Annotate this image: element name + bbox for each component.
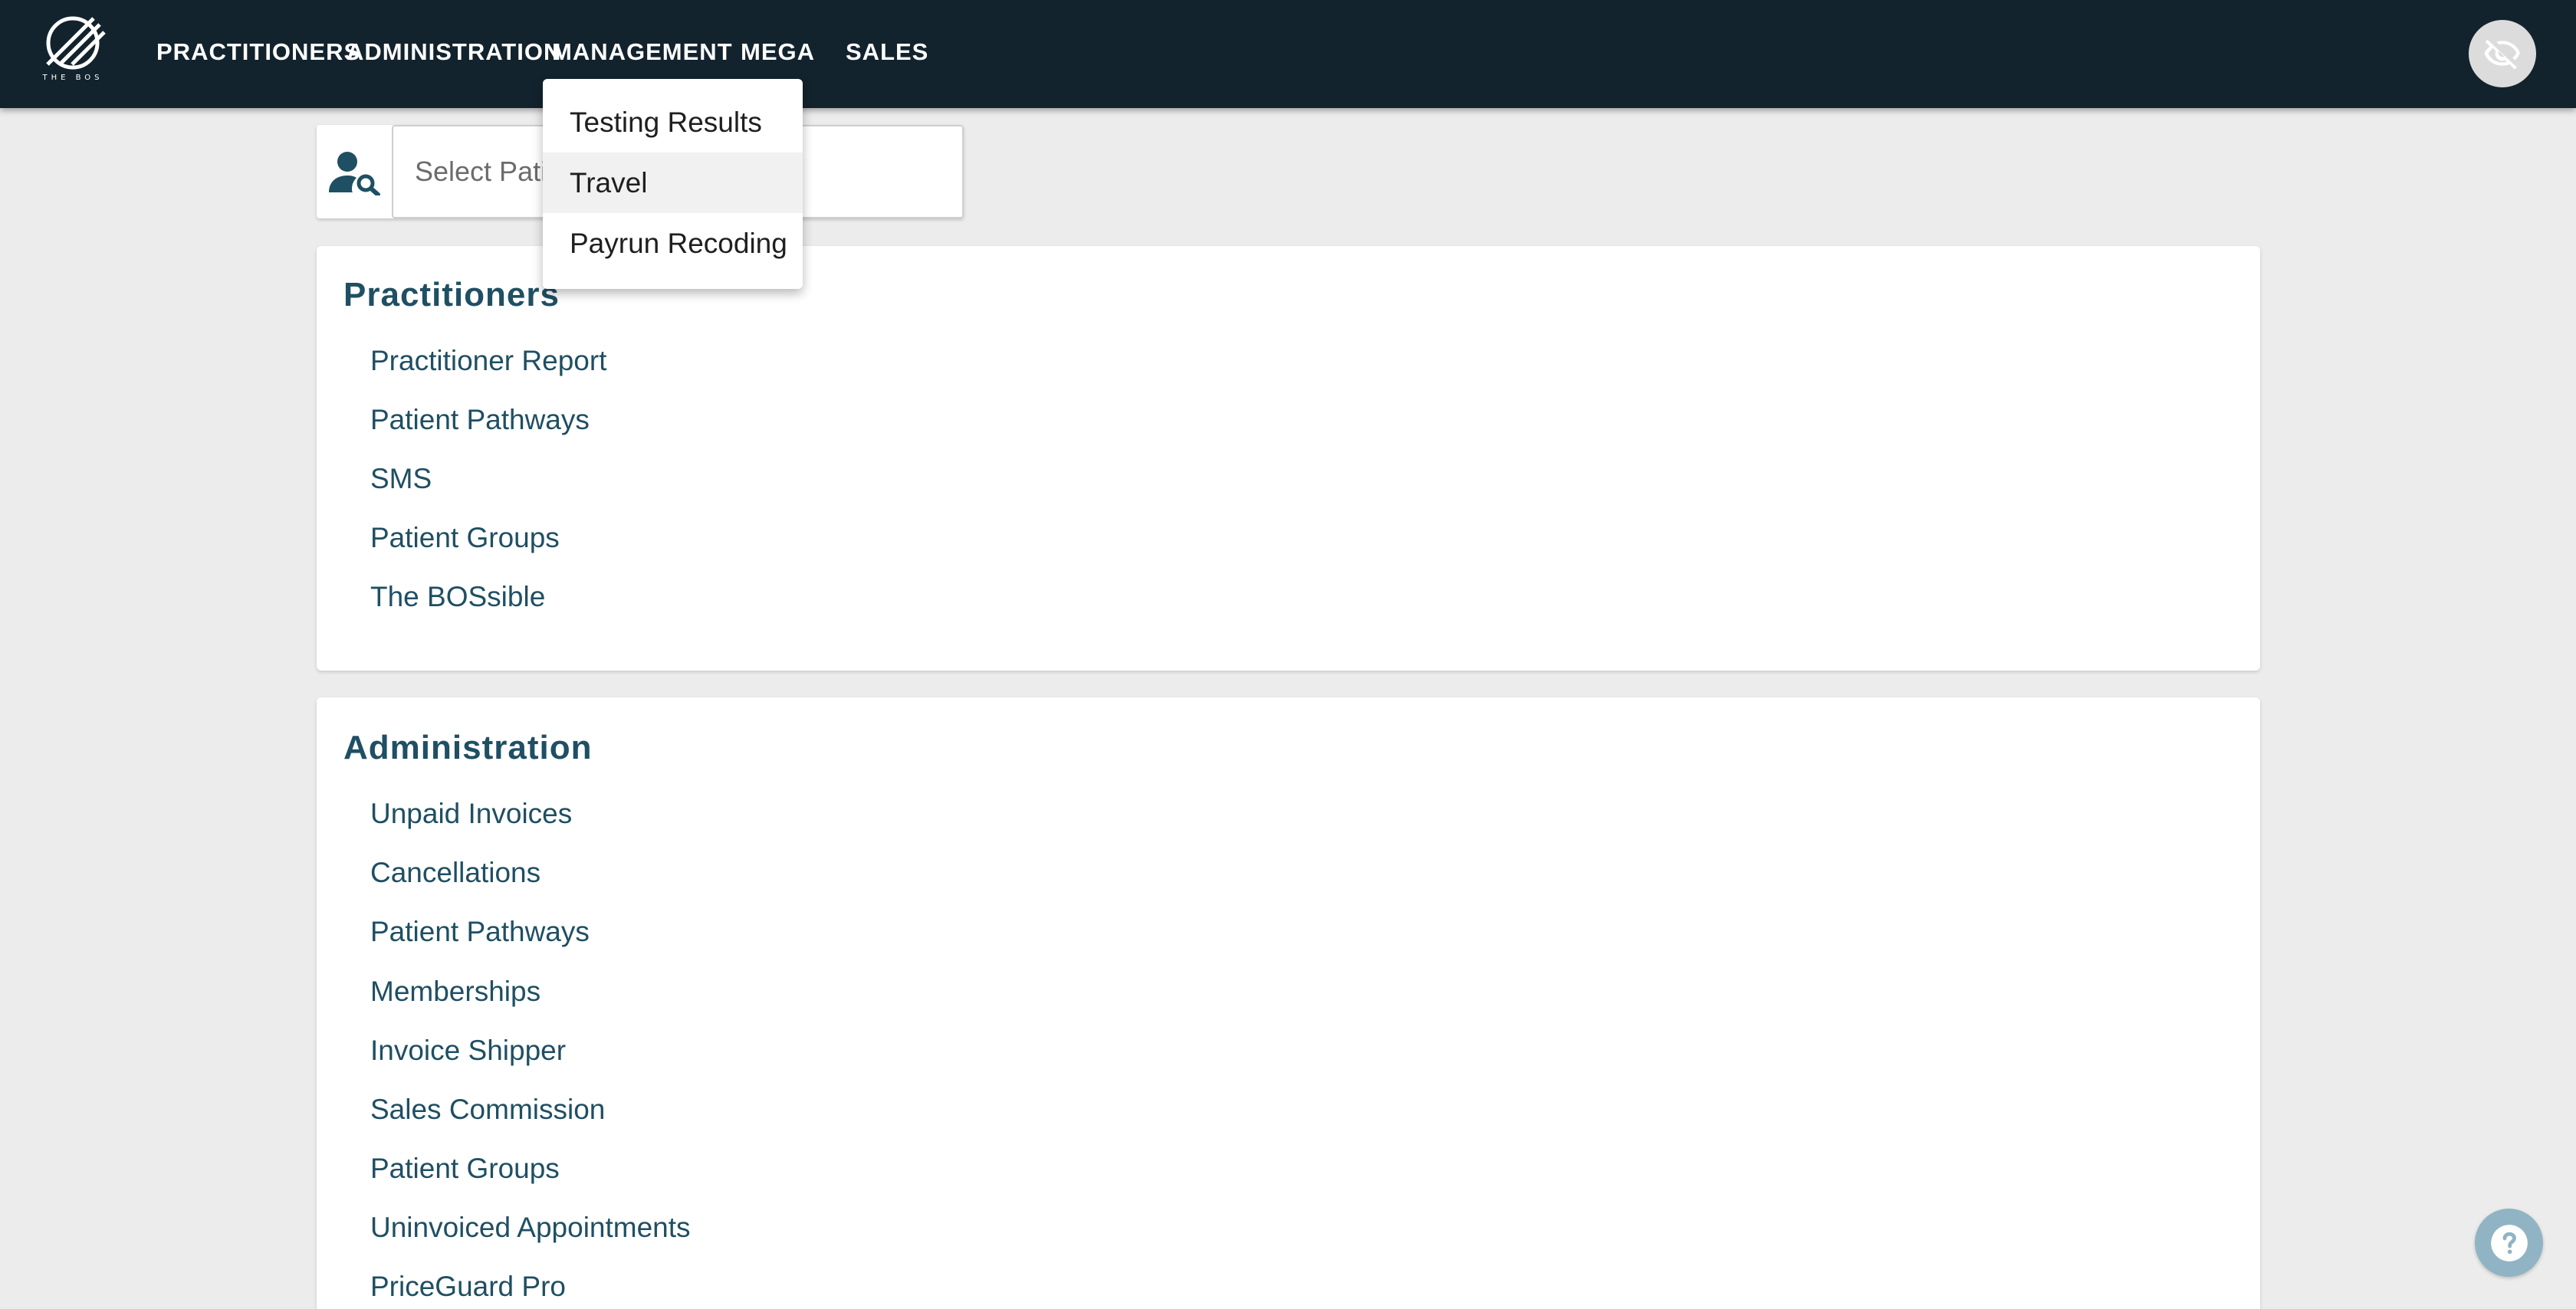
- link-sms[interactable]: SMS: [370, 463, 432, 495]
- link-unpaid-invoices[interactable]: Unpaid Invoices: [370, 798, 572, 830]
- section-title-practitioners: Practitioners: [343, 276, 560, 313]
- link-patient-groups[interactable]: Patient Groups: [370, 1153, 560, 1185]
- link-invoice-shipper[interactable]: Invoice Shipper: [370, 1035, 566, 1067]
- menu-item-travel[interactable]: Travel: [543, 153, 803, 213]
- link-the-bossible[interactable]: The BOSsible: [370, 581, 545, 613]
- administration-card: Administration Unpaid Invoices Cancellat…: [317, 697, 2260, 1309]
- nav-sales[interactable]: SALES: [846, 38, 928, 66]
- link-practitioner-report[interactable]: Practitioner Report: [370, 345, 606, 377]
- menu-item-testing-results[interactable]: Testing Results: [543, 92, 803, 153]
- link-patient-groups[interactable]: Patient Groups: [370, 522, 560, 554]
- logo-text: THE BOS: [42, 74, 104, 82]
- practitioners-card: Practitioners Practitioner Report Patien…: [317, 246, 2260, 671]
- nav-management[interactable]: MANAGEMENT: [552, 38, 733, 66]
- management-dropdown-menu: Testing Results Travel Payrun Recoding: [543, 79, 803, 289]
- link-patient-pathways[interactable]: Patient Pathways: [370, 404, 590, 436]
- user-search-icon: [317, 125, 392, 218]
- visibility-toggle-button[interactable]: [2469, 20, 2536, 87]
- link-priceguard-pro[interactable]: PriceGuard Pro: [370, 1271, 566, 1303]
- link-sales-commission[interactable]: Sales Commission: [370, 1094, 605, 1126]
- bos-logo[interactable]: THE BOS: [38, 14, 107, 87]
- link-memberships[interactable]: Memberships: [370, 976, 540, 1008]
- menu-item-payrun-recoding[interactable]: Payrun Recoding: [543, 213, 803, 274]
- link-patient-pathways[interactable]: Patient Pathways: [370, 916, 590, 948]
- eye-off-icon: [2484, 39, 2520, 70]
- section-title-administration: Administration: [343, 729, 593, 766]
- link-uninvoiced-appointments[interactable]: Uninvoiced Appointments: [370, 1212, 691, 1244]
- nav-mega[interactable]: MEGA: [741, 38, 815, 66]
- link-cancellations[interactable]: Cancellations: [370, 857, 540, 889]
- help-button[interactable]: [2475, 1209, 2543, 1277]
- logo-mark-icon: [46, 16, 106, 70]
- top-nav-bar: THE BOS PRACTITIONERS ADMINISTRATION MAN…: [0, 0, 2576, 108]
- help-icon: [2490, 1224, 2528, 1261]
- nav-administration[interactable]: ADMINISTRATION: [347, 38, 561, 66]
- nav-practitioners[interactable]: PRACTITIONERS: [156, 38, 360, 66]
